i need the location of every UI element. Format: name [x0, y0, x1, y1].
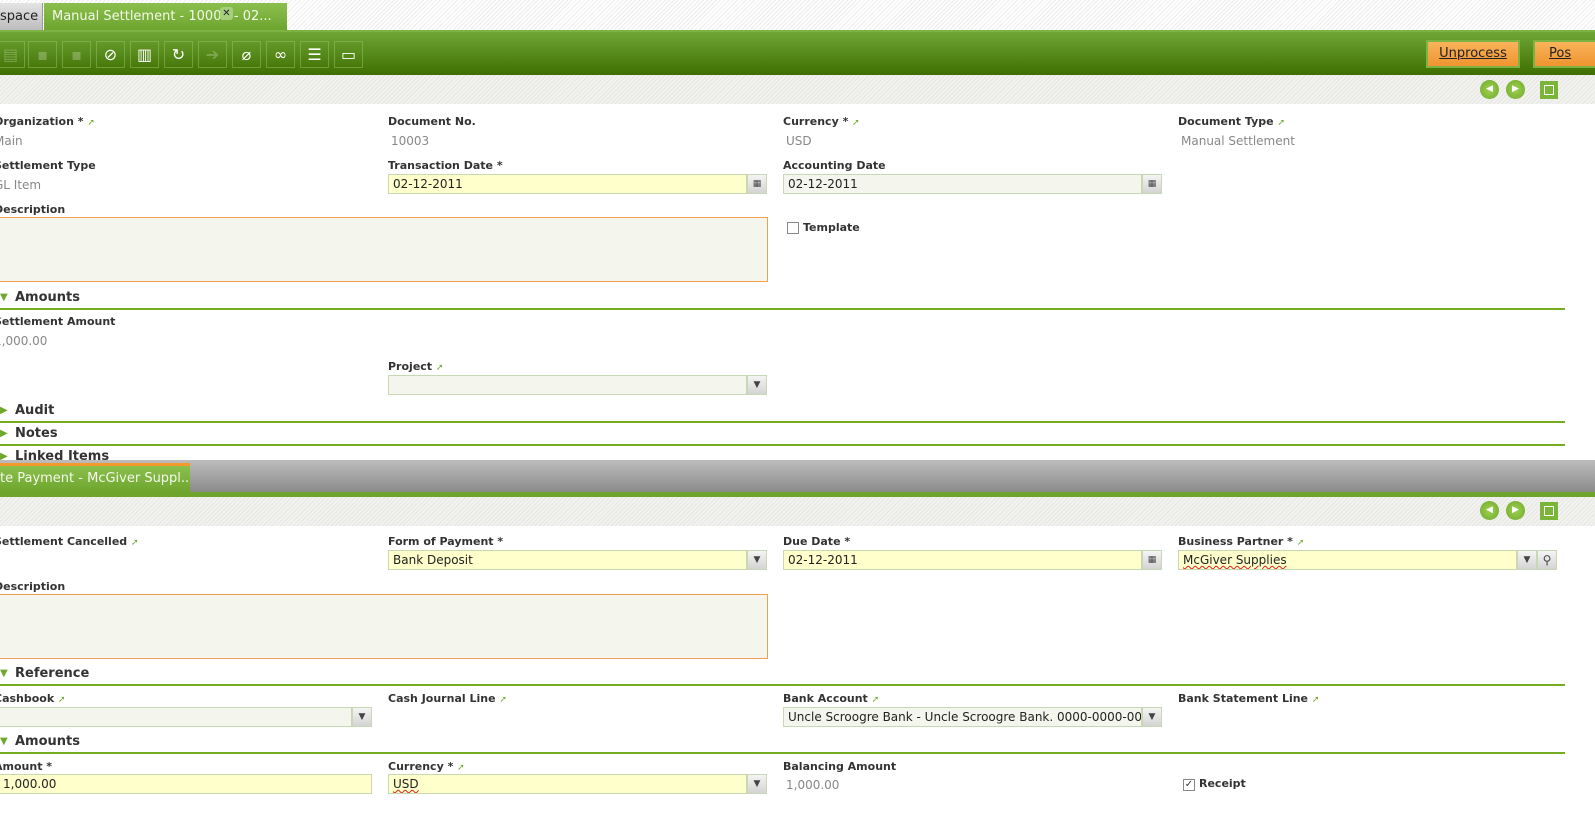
accounting-date-label: Accounting Date	[783, 159, 886, 172]
save-icon[interactable]: ▪	[28, 41, 57, 68]
calendar-icon[interactable]: ▦	[1142, 174, 1162, 194]
business-partner-value: McGiver Supplies	[1183, 553, 1287, 567]
cash-journal-line-label: Cash Journal Line ➚	[388, 692, 507, 705]
cashbook-label: Cashbook ➚	[0, 692, 66, 705]
search-icon[interactable]: ⚲	[1537, 550, 1557, 570]
unprocess-label: Unprocess	[1439, 46, 1507, 61]
organization-value: Main	[0, 134, 23, 148]
child-description-textarea[interactable]	[0, 594, 768, 659]
post-button[interactable]: Pos	[1533, 40, 1595, 68]
project-select[interactable]	[388, 375, 747, 395]
chevron-down-icon[interactable]: ▼	[1142, 707, 1162, 727]
child-description-label: Description	[0, 580, 66, 593]
next-record-icon[interactable]: ▶	[1506, 80, 1525, 99]
amount-input[interactable]: 1,000.00	[0, 774, 372, 794]
form-of-payment-select[interactable]: Bank Deposit	[388, 550, 747, 570]
due-date-label: Due Date *	[783, 535, 851, 548]
document-no-label: Document No.	[388, 115, 476, 128]
currency-value: USD	[786, 134, 812, 148]
amount-label: Amount *	[0, 760, 53, 773]
delete-icon[interactable]: ▥	[130, 41, 159, 68]
layout-icon[interactable]: ▭	[334, 41, 363, 68]
calendar-icon[interactable]: ▦	[747, 174, 767, 194]
transaction-date-input[interactable]: 02-12-2011	[388, 174, 747, 194]
bank-statement-line-label: Bank Statement Line ➚	[1178, 692, 1320, 705]
form-of-payment-label: Form of Payment *	[388, 535, 504, 548]
document-no-value: 10003	[391, 134, 430, 148]
child-tab-bar	[0, 460, 1595, 492]
document-type-label: Document Type ➚	[1178, 115, 1285, 128]
balancing-amount-value: 1,000.00	[786, 778, 840, 792]
chevron-down-icon[interactable]: ▼	[1517, 550, 1537, 570]
section-notes[interactable]: ▶ Notes	[0, 426, 1565, 446]
due-date-input[interactable]: 02-12-2011	[783, 550, 1142, 570]
previous-record-icon[interactable]: ◀	[1480, 501, 1499, 520]
template-checkbox[interactable]	[787, 222, 799, 234]
receipt-label: Receipt	[1199, 777, 1246, 790]
settlement-type-label: Settlement Type	[0, 159, 96, 172]
calendar-icon[interactable]: ▦	[1142, 550, 1162, 570]
child-currency-select[interactable]: USD	[388, 774, 747, 794]
next-record-icon[interactable]: ▶	[1506, 501, 1525, 520]
template-label: Template	[803, 221, 860, 234]
settlement-type-value: GL Item	[0, 178, 42, 192]
post-label: Pos	[1549, 46, 1572, 61]
save-close-icon[interactable]: ▪	[62, 41, 91, 68]
tab-payment[interactable]: te Payment - McGiver Suppl...	[0, 463, 190, 492]
unprocess-button[interactable]: Unprocess	[1426, 40, 1520, 68]
bank-account-label: Bank Account ➚	[783, 692, 880, 705]
business-partner-label: Business Partner * ➚	[1178, 535, 1305, 548]
child-subbar: ◀ ▶	[0, 497, 1595, 526]
organization-label: Organization * ➚	[0, 115, 95, 128]
currency-label: Currency * ➚	[783, 115, 860, 128]
section-child-amounts[interactable]: ▼ Amounts	[0, 734, 1565, 754]
section-amounts[interactable]: ▼ Amounts	[0, 290, 1565, 310]
child-currency-label: Currency * ➚	[388, 760, 465, 773]
tab-manual-settlement[interactable]: Manual Settlement - 10003 - 02...	[44, 3, 287, 30]
business-partner-select[interactable]: McGiver Supplies	[1178, 550, 1517, 570]
new-icon[interactable]: ▤	[0, 41, 25, 68]
document-type-value: Manual Settlement	[1181, 134, 1295, 148]
description-label: Description	[0, 203, 66, 216]
section-audit[interactable]: ▶ Audit	[0, 403, 1565, 423]
receipt-checkbox[interactable]: ✓	[1183, 779, 1195, 791]
chevron-down-icon[interactable]: ▼	[747, 550, 767, 570]
maximize-icon[interactable]	[1540, 502, 1558, 520]
cashbook-select[interactable]	[0, 707, 352, 727]
chevron-down-icon[interactable]: ▼	[747, 774, 767, 794]
description-textarea[interactable]	[0, 217, 768, 282]
attach-icon[interactable]: ⌀	[232, 41, 261, 68]
close-icon[interactable]: ✕	[220, 7, 233, 20]
refresh-icon[interactable]: ↻	[164, 41, 193, 68]
settlement-amount-label: Settlement Amount	[0, 315, 116, 328]
bank-account-select[interactable]: Uncle Scroogre Bank - Uncle Scroogre Ban…	[783, 707, 1142, 727]
transaction-date-label: Transaction Date *	[388, 159, 503, 172]
accounting-date-input[interactable]: 02-12-2011	[783, 174, 1142, 194]
currency-value: USD	[393, 777, 419, 791]
chevron-down-icon[interactable]: ▼	[747, 375, 767, 395]
section-reference[interactable]: ▼ Reference	[0, 666, 1565, 686]
form-subbar: ◀ ▶	[0, 75, 1595, 104]
settlement-cancelled-label: Settlement Cancelled ➚	[0, 535, 139, 548]
cancel-icon[interactable]: ⊘	[96, 41, 125, 68]
previous-record-icon[interactable]: ◀	[1480, 80, 1499, 99]
balancing-amount-label: Balancing Amount	[783, 760, 897, 773]
export-icon[interactable]: ➔	[198, 41, 227, 68]
tools-icon[interactable]: ☰	[300, 41, 329, 68]
maximize-icon[interactable]	[1540, 81, 1558, 99]
tab-label: Manual Settlement - 10003 - 02...	[52, 9, 272, 24]
settlement-amount-value: 1,000.00	[0, 334, 48, 348]
tab-workspace[interactable]: space	[0, 3, 43, 30]
link-icon[interactable]: ∞	[266, 41, 295, 68]
chevron-down-icon[interactable]: ▼	[352, 707, 372, 727]
project-label: Project ➚	[388, 360, 444, 373]
toolbar: ▤ ▪ ▪ ⊘ ▥ ↻ ➔ ⌀ ∞ ☰ ▭ Unprocess Pos	[0, 30, 1595, 75]
